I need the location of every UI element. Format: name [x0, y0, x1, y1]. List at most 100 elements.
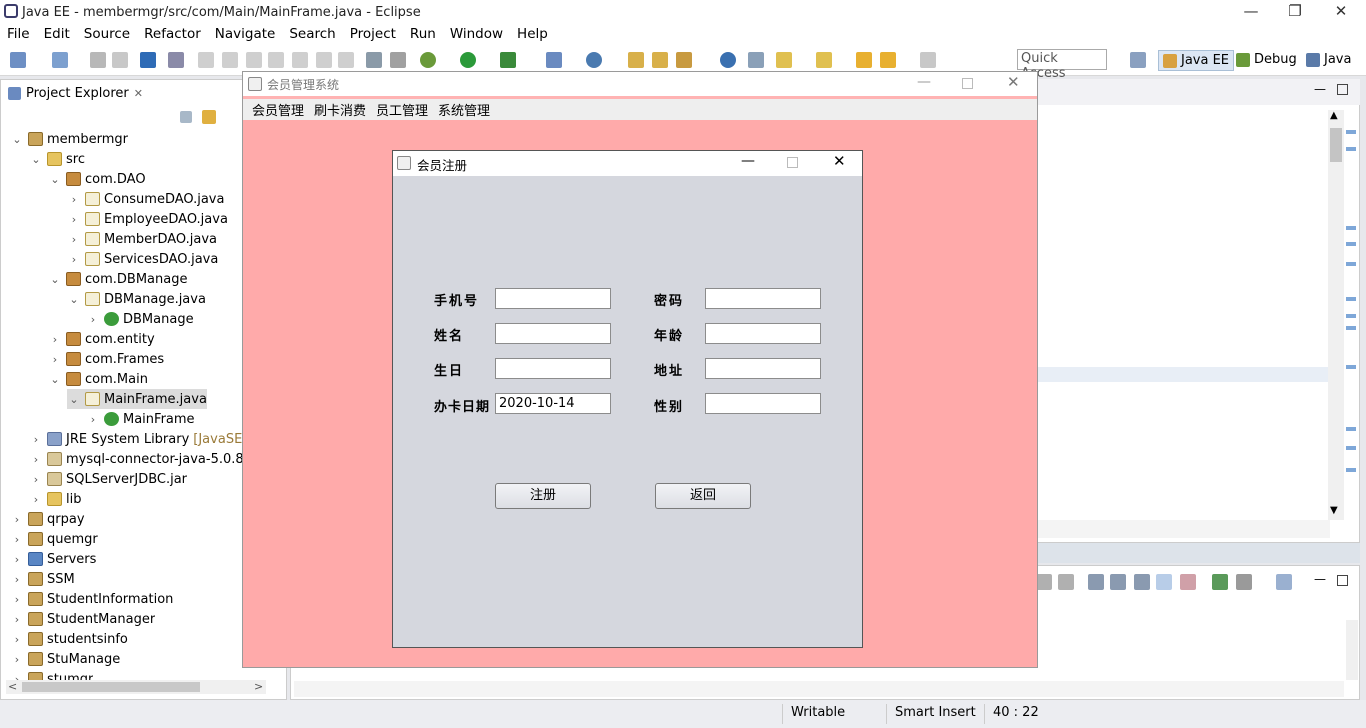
collapse-toggle-icon[interactable]: › [67, 193, 81, 206]
expand-toggle-icon[interactable]: ⌄ [67, 393, 81, 406]
editor-vertical-scrollbar[interactable] [1328, 110, 1344, 520]
next-annotation-icon[interactable] [776, 52, 792, 68]
collapse-toggle-icon[interactable]: › [29, 493, 43, 506]
tree-item[interactable]: › SSM [10, 569, 75, 589]
back-icon[interactable] [880, 52, 896, 68]
perspective-debug[interactable]: Debug [1232, 50, 1301, 69]
tree-item[interactable]: › StudentManager [10, 609, 155, 629]
collapse-toggle-icon[interactable]: › [10, 593, 24, 606]
collapse-toggle-icon[interactable]: › [29, 433, 43, 446]
console-horizontal-scrollbar[interactable] [294, 681, 1344, 697]
name-input[interactable] [495, 323, 611, 344]
forward-icon[interactable] [920, 52, 936, 68]
pin-console-icon[interactable] [1212, 574, 1228, 590]
display-console-icon[interactable] [1236, 574, 1252, 590]
scroll-lock-icon[interactable] [1088, 574, 1104, 590]
close-tab-icon[interactable]: ✕ [134, 87, 143, 100]
step-return-icon[interactable] [338, 52, 354, 68]
menu-file[interactable]: File [0, 26, 37, 42]
explorer-scroll-thumb[interactable] [22, 682, 200, 692]
menu-run[interactable]: Run [403, 26, 443, 42]
console-vertical-scrollbar[interactable] [1346, 620, 1358, 680]
card-date-input[interactable] [495, 393, 611, 414]
maximize-editor-icon[interactable] [1337, 84, 1348, 95]
new-class-icon[interactable] [586, 52, 602, 68]
link-with-editor-icon[interactable] [202, 110, 216, 124]
open-perspective-icon[interactable] [1130, 52, 1146, 68]
menu-employee-management[interactable]: 员工管理 [371, 100, 433, 119]
overview-marker[interactable] [1346, 130, 1356, 134]
address-input[interactable] [705, 358, 821, 379]
tree-item[interactable]: ⌄ DBManage.java [67, 289, 206, 309]
terminate-icon[interactable] [246, 52, 262, 68]
tree-item[interactable]: › com.entity [48, 329, 155, 349]
collapse-toggle-icon[interactable]: › [48, 353, 62, 366]
overview-marker[interactable] [1346, 326, 1356, 330]
tree-item[interactable]: ⌄ com.DAO [48, 169, 145, 189]
tree-item[interactable]: › DBManage [86, 309, 194, 329]
clear-console-icon[interactable] [1134, 574, 1150, 590]
tree-item[interactable]: › Servers [10, 549, 97, 569]
skip-breakpoints-icon[interactable] [168, 52, 184, 68]
restore-button[interactable]: ❐ [1272, 0, 1318, 24]
expand-toggle-icon[interactable]: ⌄ [48, 373, 62, 386]
toggle-comment-icon[interactable] [390, 52, 406, 68]
collapse-toggle-icon[interactable]: › [10, 653, 24, 666]
tree-item[interactable]: › ServicesDAO.java [67, 249, 219, 269]
perspective-java-ee[interactable]: Java EE [1158, 50, 1235, 71]
maximize-console-icon[interactable] [1337, 575, 1348, 586]
debug-icon[interactable] [420, 52, 436, 68]
menu-project[interactable]: Project [343, 26, 403, 42]
gender-input[interactable] [705, 393, 821, 414]
minimize-button[interactable]: — [1228, 0, 1274, 24]
tree-item[interactable]: › MemberDAO.java [67, 229, 217, 249]
overview-marker[interactable] [1346, 314, 1356, 318]
collapse-toggle-icon[interactable]: › [86, 413, 100, 426]
show-on-stdout-icon[interactable] [1156, 574, 1172, 590]
console-icon[interactable] [140, 52, 156, 68]
tree-item[interactable]: ⌄ MainFrame.java [67, 389, 207, 409]
collapse-toggle-icon[interactable]: › [48, 333, 62, 346]
new-wizard-icon[interactable] [52, 52, 68, 68]
tree-item[interactable]: › studentsinfo [10, 629, 128, 649]
menu-system-management[interactable]: 系统管理 [433, 100, 495, 119]
remove-all-icon[interactable] [1058, 574, 1074, 590]
collapse-all-icon[interactable] [180, 111, 192, 123]
register-button[interactable]: 注册 [495, 483, 591, 509]
menu-source[interactable]: Source [77, 26, 137, 42]
expand-toggle-icon[interactable]: ⌄ [29, 153, 43, 166]
close-button[interactable]: ✕ [833, 152, 846, 170]
search-icon[interactable] [676, 52, 692, 68]
close-button[interactable]: ✕ [1318, 0, 1364, 24]
tree-item[interactable]: ⌄ com.Main [48, 369, 148, 389]
collapse-toggle-icon[interactable]: › [67, 233, 81, 246]
back-button[interactable]: 返回 [655, 483, 751, 509]
menu-edit[interactable]: Edit [37, 26, 77, 42]
suspend-icon[interactable] [222, 52, 238, 68]
expand-toggle-icon[interactable]: ⌄ [48, 173, 62, 186]
open-task-icon[interactable] [652, 52, 668, 68]
overview-marker[interactable] [1346, 427, 1356, 431]
overview-marker[interactable] [1346, 297, 1356, 301]
perspective-java[interactable]: Java [1302, 50, 1355, 69]
editor-scroll-thumb[interactable] [1330, 128, 1342, 162]
word-wrap-icon[interactable] [1110, 574, 1126, 590]
tree-item[interactable]: ⌄ src [29, 149, 85, 169]
tree-item[interactable]: › quemgr [10, 529, 98, 549]
tree-item[interactable]: ⌄ com.DBManage [48, 269, 187, 289]
phone-input[interactable] [495, 288, 611, 309]
menu-help[interactable]: Help [510, 26, 555, 42]
collapse-toggle-icon[interactable]: › [67, 253, 81, 266]
external-tools-icon[interactable] [500, 52, 516, 68]
minimize-button[interactable]: — [741, 153, 755, 169]
step-over-icon[interactable] [316, 52, 332, 68]
collapse-toggle-icon[interactable]: › [86, 313, 100, 326]
birthday-input[interactable] [495, 358, 611, 379]
overview-marker[interactable] [1346, 262, 1356, 266]
format-icon[interactable] [366, 52, 382, 68]
collapse-toggle-icon[interactable]: › [67, 213, 81, 226]
tree-item[interactable]: › qrpay [10, 509, 85, 529]
resume-icon[interactable] [198, 52, 214, 68]
collapse-toggle-icon[interactable]: › [29, 453, 43, 466]
tree-item[interactable]: › com.Frames [48, 349, 164, 369]
